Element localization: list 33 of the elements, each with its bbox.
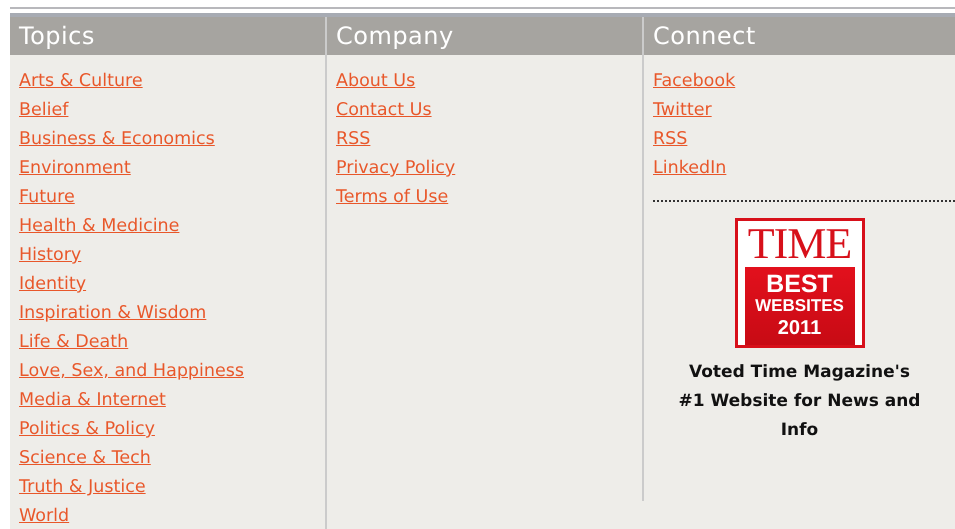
footer-link[interactable]: Facebook	[653, 67, 736, 96]
footer-link[interactable]: Life & Death	[19, 328, 128, 357]
footer-link[interactable]: Identity	[19, 270, 86, 299]
footer-link[interactable]: Contact Us	[336, 96, 432, 125]
footer-link[interactable]: Belief	[19, 96, 68, 125]
footer-link[interactable]: Science & Tech	[19, 444, 151, 473]
footer-link[interactable]: Politics & Policy	[19, 415, 155, 444]
footer-link[interactable]: Twitter	[653, 96, 712, 125]
footer-link[interactable]: Future	[19, 183, 75, 212]
footer-link[interactable]: History	[19, 241, 82, 270]
award-caption: Voted Time Magazine's #1 Website for News and Info	[678, 361, 922, 442]
footer-link[interactable]: World	[19, 502, 70, 529]
column-heading: Company	[327, 17, 642, 55]
footer-link[interactable]: Inspiration & Wisdom	[19, 299, 206, 328]
column-heading: Topics	[10, 17, 325, 55]
footer-link[interactable]: Truth & Justice	[19, 473, 146, 502]
badge-text: BEST	[766, 272, 833, 296]
footer-link[interactable]: LinkedIn	[653, 154, 726, 183]
footer-link[interactable]: Love, Sex, and Happiness	[19, 357, 244, 386]
footer-link[interactable]: Terms of Use	[336, 183, 448, 212]
column-heading: Connect	[644, 17, 955, 55]
footer-link[interactable]: Media & Internet	[19, 386, 166, 415]
footer-link[interactable]: RSS	[653, 125, 688, 154]
footer-link[interactable]: Business & Economics	[19, 125, 215, 154]
badge-brand: TIME	[748, 224, 852, 264]
footer-link[interactable]: About Us	[336, 67, 416, 96]
badge-text: WEBSITES	[755, 296, 844, 316]
footer-link[interactable]: Health & Medicine	[19, 212, 180, 241]
footer-link[interactable]: Arts & Culture	[19, 67, 143, 96]
footer-link[interactable]: RSS	[336, 125, 370, 154]
footer-link[interactable]: Privacy Policy	[336, 154, 456, 183]
footer-link[interactable]: Environment	[19, 154, 131, 183]
badge-year: 2011	[778, 316, 822, 340]
